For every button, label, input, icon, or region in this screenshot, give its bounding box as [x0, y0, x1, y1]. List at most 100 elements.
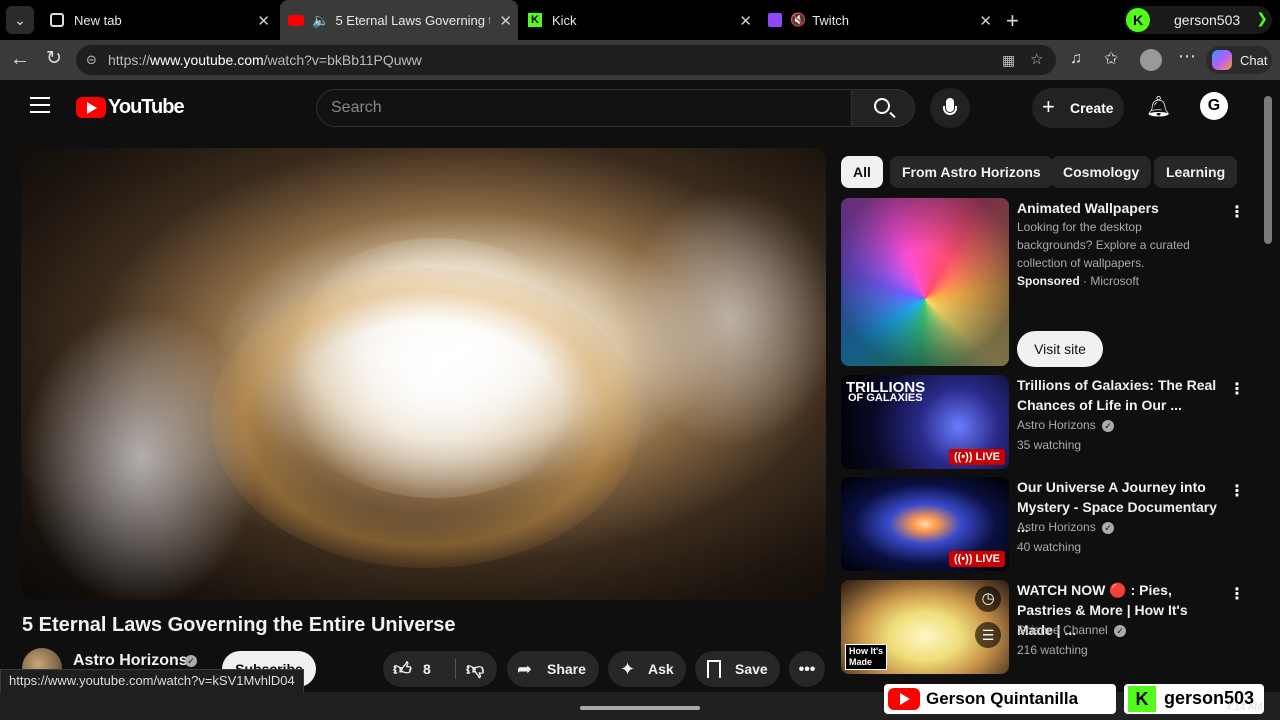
rec-watching: 40 watching: [1017, 540, 1082, 554]
taskbar-handle: [580, 706, 700, 710]
chip-cosmology[interactable]: Cosmology: [1051, 156, 1152, 188]
tab-youtube[interactable]: 🔈 5 Eternal Laws Governing the ✕: [280, 0, 518, 40]
ask-button[interactable]: ✦ Ask: [608, 651, 686, 687]
rec-menu-icon[interactable]: ⋮: [1229, 379, 1245, 399]
close-tab-icon[interactable]: ✕: [499, 12, 512, 30]
rec-watching: 35 watching: [1017, 438, 1082, 452]
sparkle-icon: ✦: [620, 659, 636, 679]
glow-gold: [211, 268, 641, 568]
cloud-right: [621, 188, 826, 448]
share-button[interactable]: ➦ Share: [507, 651, 599, 687]
create-button[interactable]: + Create: [1032, 88, 1124, 128]
like-dislike-group: 👍︎ 8 👎︎: [383, 651, 497, 687]
avatar-letter: G: [1207, 97, 1221, 114]
copilot-chat-button[interactable]: Chat: [1206, 46, 1272, 74]
url-bar[interactable]: ⊝ https://www.youtube.com/watch?v=bkBb11…: [76, 45, 1056, 75]
recommendation-item[interactable]: ((•)) LIVE Our Universe A Journey into M…: [841, 477, 1261, 571]
tab-actions-button[interactable]: ⌄: [6, 6, 34, 34]
reload-icon[interactable]: ↻: [46, 47, 62, 70]
thumbs-down-icon: 👎︎: [466, 659, 485, 679]
twitch-favicon-icon: [768, 13, 782, 27]
advertiser-name: Microsoft: [1090, 274, 1140, 288]
dislike-button[interactable]: 👎︎: [457, 651, 497, 687]
kick-favicon-icon: K: [528, 13, 542, 27]
page-scrollbar[interactable]: [1264, 96, 1272, 244]
copilot-icon: [1212, 50, 1232, 70]
visit-site-button[interactable]: Visit site: [1017, 331, 1103, 367]
favorite-star-icon[interactable]: ☆: [1030, 45, 1043, 75]
tab-kick[interactable]: K Kick ✕: [522, 0, 758, 40]
rec-thumbnail[interactable]: TRILLIONS OF GALAXIES ((•)) LIVE: [841, 375, 1009, 469]
live-label: LIVE: [975, 451, 1000, 463]
recommendation-item[interactable]: How It's Made ◷ ☰ WATCH NOW 🔴 : Pies, Pa…: [841, 580, 1261, 674]
rec-menu-icon[interactable]: ⋮: [1229, 584, 1245, 604]
kick-overlay-icon: K: [1128, 686, 1156, 712]
notifications-bell-icon[interactable]: 🔔︎: [1146, 94, 1171, 119]
search-icon: [874, 98, 890, 114]
link-status-tooltip: https://www.youtube.com/watch?v=kSV1Mvhl…: [0, 669, 304, 693]
ad-menu-icon[interactable]: ⋮: [1229, 202, 1245, 222]
more-actions-button[interactable]: •••: [789, 651, 825, 687]
thumbs-up-icon: 👍︎: [393, 659, 412, 679]
search-input[interactable]: Search: [316, 89, 852, 127]
tab-label: New tab: [74, 12, 122, 28]
tab-new-tab[interactable]: New tab ✕: [40, 0, 276, 40]
rec-thumbnail[interactable]: How It's Made ◷ ☰: [841, 580, 1009, 674]
chip-all[interactable]: All: [841, 156, 883, 188]
tab-label: Twitch: [812, 12, 850, 28]
close-tab-icon[interactable]: ✕: [739, 12, 752, 30]
live-badge: ((•)) LIVE: [948, 551, 1005, 567]
live-badge: ((•)) LIVE: [948, 449, 1005, 465]
new-tab-button[interactable]: +: [1006, 8, 1019, 34]
youtube-favicon-icon: [288, 14, 304, 26]
thumb-caption-2: OF GALAXIES: [848, 392, 923, 404]
profile-avatar-icon[interactable]: [1140, 49, 1162, 71]
profile-name: gerson503: [1174, 12, 1241, 28]
url-domain: www.youtube.com: [150, 52, 264, 68]
favorites-icon[interactable]: ✩: [1104, 49, 1118, 69]
app-available-icon[interactable]: ▦: [1002, 45, 1015, 75]
rec-channel: Science Channel ✓: [1017, 621, 1127, 639]
speaker-icon[interactable]: 🔈: [312, 12, 329, 29]
ad-thumbnail[interactable]: [841, 198, 1009, 366]
share-arrow-icon: ➦: [517, 659, 533, 679]
tab-label: 5 Eternal Laws Governing the: [335, 12, 491, 28]
chat-label: Chat: [1240, 53, 1268, 68]
chip-learning[interactable]: Learning: [1154, 156, 1238, 188]
tab-label: Kick: [552, 12, 577, 28]
hamburger-menu-icon[interactable]: [30, 97, 50, 113]
recommendation-item[interactable]: TRILLIONS OF GALAXIES ((•)) LIVE Trillio…: [841, 375, 1261, 469]
sponsored-ad[interactable]: Animated Wallpapers Looking for the desk…: [841, 198, 1261, 368]
more-options-icon[interactable]: ⋯: [1178, 46, 1196, 67]
media-control-icon[interactable]: ♫: [1070, 50, 1082, 68]
search-button[interactable]: [851, 89, 915, 127]
profile-badge[interactable]: K gerson503 ❯: [1124, 6, 1272, 34]
watch-later-icon[interactable]: ◷: [975, 586, 1001, 612]
rec-menu-icon[interactable]: ⋮: [1229, 481, 1245, 501]
tab-twitch[interactable]: 🔇 Twitch ✕: [762, 0, 998, 40]
voice-search-button[interactable]: [930, 88, 970, 128]
sponsored-label: Sponsored: [1017, 274, 1080, 288]
youtube-overlay-icon: [888, 688, 920, 710]
visit-site-label: Visit site: [1034, 341, 1086, 357]
stream-overlay-bar: Gerson Quintanilla K gerson503 4:14 AM: [0, 684, 1280, 720]
video-player[interactable]: [21, 148, 826, 600]
chip-from-astro-horizons[interactable]: From Astro Horizons: [890, 156, 1053, 188]
save-button[interactable]: Save: [695, 651, 780, 687]
account-avatar[interactable]: G: [1200, 92, 1228, 120]
kick-profile-icon: K: [1126, 8, 1150, 32]
rec-thumbnail[interactable]: ((•)) LIVE: [841, 477, 1009, 571]
back-arrow-icon[interactable]: ←: [10, 48, 30, 71]
channel-name[interactable]: Astro Horizons: [73, 652, 188, 670]
clock-time: 4:14 AM: [1226, 702, 1263, 713]
close-tab-icon[interactable]: ✕: [257, 12, 270, 30]
add-to-queue-icon[interactable]: ☰: [975, 622, 1001, 648]
close-tab-icon[interactable]: ✕: [979, 12, 992, 30]
plus-icon: +: [1042, 94, 1055, 119]
video-title: 5 Eternal Laws Governing the Entire Univ…: [22, 614, 456, 636]
url-path: /watch?v=bkBb11PQuww: [263, 52, 422, 68]
muted-speaker-icon[interactable]: 🔇: [790, 12, 806, 28]
save-label: Save: [735, 661, 768, 677]
like-button[interactable]: 👍︎ 8: [383, 651, 455, 687]
site-info-icon[interactable]: ⊝: [86, 45, 97, 75]
